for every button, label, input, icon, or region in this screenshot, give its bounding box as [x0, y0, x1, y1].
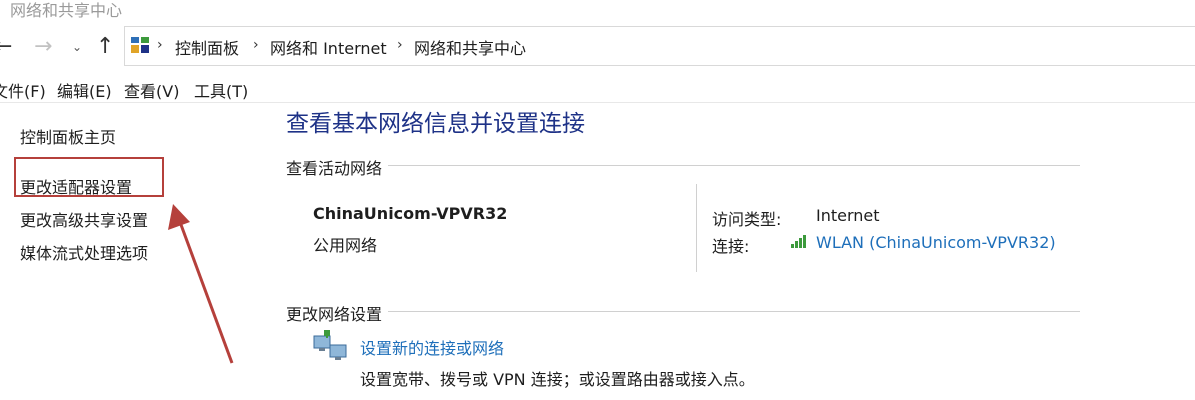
menu-file[interactable]: 文件(F) — [0, 78, 46, 102]
sidebar-item-advanced-sharing-settings[interactable]: 更改高级共享设置 — [20, 207, 148, 231]
navigation-bar: ← → ⌄ ↑ › 控制面板 › 网络和 Internet › 网络和共享中心 — [0, 26, 1195, 70]
network-name: ChinaUnicom-VPVR32 — [313, 204, 508, 223]
section-divider — [286, 311, 1080, 312]
wifi-signal-icon — [791, 235, 806, 248]
window-title: 网络和共享中心 — [10, 1, 123, 20]
change-network-section-title: 更改网络设置 — [286, 301, 389, 325]
access-type-value: Internet — [816, 206, 880, 225]
page-title: 查看基本网络信息并设置连接 — [286, 111, 585, 137]
network-setup-icon — [313, 330, 347, 360]
control-panel-icon — [131, 37, 149, 53]
recent-locations-icon[interactable]: ⌄ — [72, 40, 82, 54]
sidebar-item-control-panel-home[interactable]: 控制面板主页 — [20, 124, 116, 148]
menu-bar: 文件(F) 编辑(E) 查看(V) 工具(T) — [0, 70, 1195, 103]
forward-arrow-icon[interactable]: → — [34, 36, 52, 58]
title-bar: ⁄ 网络和共享中心 — [0, 0, 1195, 26]
up-arrow-icon[interactable]: ↑ — [96, 36, 114, 58]
menu-view[interactable]: 查看(V) — [124, 78, 179, 102]
setup-new-connection-description: 设置宽带、拨号或 VPN 连接；或设置路由器或接入点。 — [360, 370, 755, 389]
address-bar[interactable]: › 控制面板 › 网络和 Internet › 网络和共享中心 — [124, 26, 1195, 66]
breadcrumb-control-panel[interactable]: 控制面板 — [175, 35, 239, 59]
active-network-section-title: 查看活动网络 — [286, 155, 389, 179]
sidebar-item-media-streaming-options[interactable]: 媒体流式处理选项 — [20, 240, 148, 264]
sidebar-item-change-adapter-settings[interactable]: 更改适配器设置 — [20, 174, 132, 198]
breadcrumb-separator: › — [157, 37, 163, 53]
vertical-divider — [696, 184, 697, 272]
menu-edit[interactable]: 编辑(E) — [57, 78, 112, 102]
connection-link[interactable]: WLAN (ChinaUnicom-VPVR32) — [816, 233, 1056, 252]
breadcrumb-sharing-center[interactable]: 网络和共享中心 — [414, 35, 526, 59]
breadcrumb-separator: › — [397, 37, 403, 53]
access-type-label: 访问类型: — [712, 210, 782, 229]
section-divider — [286, 165, 1080, 166]
annotation-arrow — [168, 204, 234, 364]
network-type: 公用网络 — [313, 236, 378, 255]
breadcrumb-separator: › — [253, 37, 259, 53]
connection-label: 连接: — [712, 237, 750, 256]
back-arrow-icon[interactable]: ← — [0, 36, 12, 58]
breadcrumb-network-internet[interactable]: 网络和 Internet — [270, 35, 387, 59]
setup-new-connection-link[interactable]: 设置新的连接或网络 — [360, 335, 504, 359]
menu-tools[interactable]: 工具(T) — [194, 78, 248, 102]
